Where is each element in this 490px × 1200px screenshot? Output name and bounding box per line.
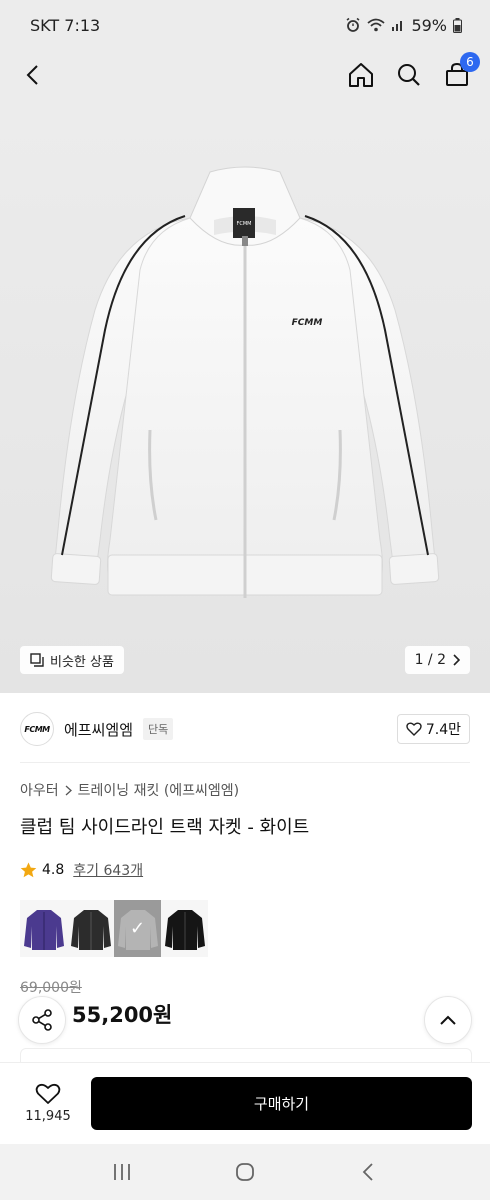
status-left: SKT 7:13 xyxy=(30,16,100,35)
jacket-thumbnail xyxy=(70,909,111,950)
sale-price: 55,200원 xyxy=(72,1003,173,1027)
image-counter[interactable]: 1 / 2 xyxy=(404,646,470,674)
brand-row: FCMM 에프씨엠엠 단독 7.4만 xyxy=(0,704,490,754)
buy-button[interactable]: 구매하기 xyxy=(91,1077,472,1130)
back-icon xyxy=(26,65,38,85)
carrier-label: SKT xyxy=(30,15,60,35)
heart-icon xyxy=(35,1083,61,1104)
breadcrumb-subcategory[interactable]: 트레이닝 재킷 (에프씨엠엠) xyxy=(78,780,240,800)
battery-icon xyxy=(453,17,462,33)
cart-button[interactable]: 6 xyxy=(442,52,480,90)
brand-info[interactable]: FCMM 에프씨엠엠 단독 xyxy=(20,712,174,746)
similar-products-label: 비슷한 상품 xyxy=(50,654,114,670)
heart-icon xyxy=(406,722,422,736)
header-actions: 6 xyxy=(346,52,480,90)
back-nav-button[interactable] xyxy=(348,1152,388,1192)
cart-count-badge: 6 xyxy=(460,52,480,72)
wishlist-count: 11,945 xyxy=(25,1109,71,1124)
color-option-gray-selected[interactable]: ✓ xyxy=(114,900,161,957)
battery-label: 59% xyxy=(411,15,447,35)
svg-text:FCMM: FCMM xyxy=(237,221,252,227)
app-header: 6 xyxy=(0,50,490,100)
star-icon xyxy=(20,862,37,878)
bottom-action-bar: 11,945 구매하기 xyxy=(0,1062,490,1144)
brand-name[interactable]: 에프씨엠엠 xyxy=(64,719,133,740)
chevron-right-icon xyxy=(65,785,72,795)
breadcrumb-category[interactable]: 아우터 xyxy=(20,780,59,800)
home-icon xyxy=(349,63,373,87)
back-button[interactable] xyxy=(18,60,48,90)
review-count-link[interactable]: 후기 643개 xyxy=(73,860,143,880)
chevron-up-icon xyxy=(440,1015,456,1025)
check-icon: ✓ xyxy=(129,918,146,939)
signal-icon xyxy=(392,21,403,31)
exclusive-tag: 단독 xyxy=(143,718,174,740)
recent-apps-icon xyxy=(113,1164,130,1180)
original-price: 69,000원 xyxy=(20,980,82,996)
search-button[interactable] xyxy=(394,60,424,90)
system-nav-bar xyxy=(0,1144,490,1200)
recent-apps-button[interactable] xyxy=(102,1152,142,1192)
color-option-charcoal[interactable] xyxy=(67,900,114,957)
search-icon xyxy=(398,64,420,86)
color-options: ✓ xyxy=(20,900,208,957)
image-counter-label: 1 / 2 xyxy=(414,652,446,668)
home-button[interactable] xyxy=(346,60,376,90)
share-button[interactable] xyxy=(18,996,66,1044)
back-nav-icon xyxy=(363,1163,373,1181)
share-icon xyxy=(32,1009,52,1031)
brand-like-button[interactable]: 7.4만 xyxy=(396,714,470,744)
scroll-to-top-button[interactable] xyxy=(424,996,472,1044)
rating-row: 4.8 후기 643개 xyxy=(20,860,143,880)
chevron-right-icon xyxy=(453,654,460,666)
brand-like-count: 7.4만 xyxy=(425,722,461,738)
jacket-image: FCMM FCMM xyxy=(50,166,440,598)
rating-value: 4.8 xyxy=(42,862,65,878)
similar-products-button[interactable]: 비슷한 상품 xyxy=(20,646,124,674)
home-nav-button[interactable] xyxy=(225,1152,265,1192)
status-bar: SKT 7:13 59% xyxy=(0,0,490,50)
product-image-carousel[interactable]: FCMM FCMM 비슷한 상품 1 / 2 xyxy=(0,100,490,693)
clock: 7:13 xyxy=(64,15,101,35)
similar-icon xyxy=(30,653,44,667)
svg-text:FCMM: FCMM xyxy=(292,318,323,328)
brand-logo[interactable]: FCMM xyxy=(20,712,54,746)
color-option-black[interactable] xyxy=(161,900,208,957)
product-title: 클럽 팀 사이드라인 트랙 자켓 - 화이트 xyxy=(20,817,310,838)
jacket-thumbnail xyxy=(23,909,64,950)
jacket-thumbnail xyxy=(164,909,205,950)
home-nav-icon xyxy=(236,1163,254,1181)
breadcrumb: 아우터 트레이닝 재킷 (에프씨엠엠) xyxy=(20,780,239,800)
alarm-icon xyxy=(346,17,360,32)
color-option-purple[interactable] xyxy=(20,900,67,957)
wishlist-button[interactable]: 11,945 xyxy=(18,1083,78,1124)
divider xyxy=(20,762,470,763)
status-right: 59% xyxy=(345,16,462,35)
wifi-icon xyxy=(367,18,386,32)
